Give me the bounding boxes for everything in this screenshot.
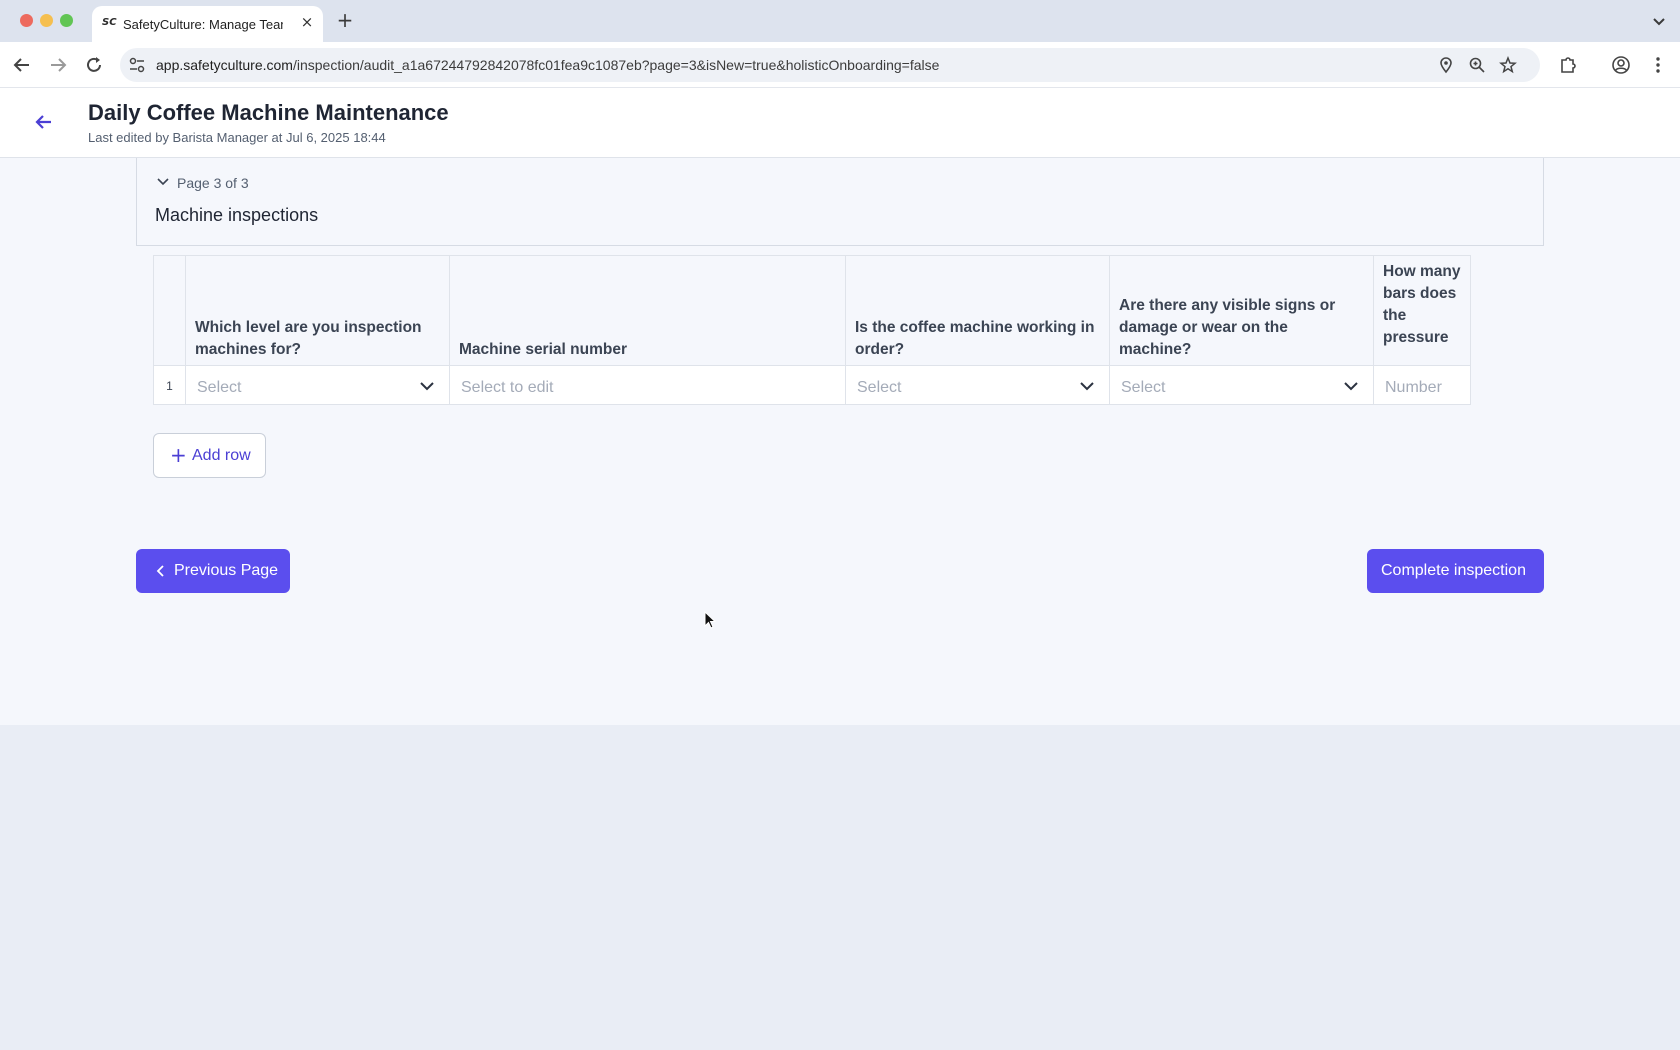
chevron-down-icon — [1344, 382, 1358, 391]
select-placeholder: Select — [1121, 379, 1166, 396]
table-header-cell: How many bars does the pressure — [1374, 256, 1470, 366]
section-title: Machine inspections — [155, 205, 319, 225]
inspection-table: 1 Which level are you inspection machine… — [153, 255, 1471, 405]
address-bar[interactable]: app.safetyculture.com/inspection/audit_a… — [120, 48, 1540, 82]
back-icon[interactable] — [10, 53, 34, 77]
row-number: 1 — [166, 379, 173, 393]
column-header-label: How many bars does the pressure — [1383, 263, 1461, 346]
column-header-label: Are there any visible signs or damage or… — [1119, 297, 1336, 358]
select-placeholder: Select — [197, 379, 242, 396]
table-column-level: Which level are you inspection machines … — [186, 256, 450, 404]
table-column-working-order: Is the coffee machine working in order? … — [846, 256, 1110, 404]
table-header-cell: Are there any visible signs or damage or… — [1110, 256, 1373, 366]
tab-close-icon[interactable]: × — [298, 13, 316, 31]
chevron-left-icon — [156, 565, 164, 577]
working-order-select[interactable]: Select — [846, 366, 1109, 404]
table-header-cell: Is the coffee machine working in order? — [846, 256, 1109, 366]
table-column-damage-wear: Are there any visible signs or damage or… — [1110, 256, 1374, 404]
new-tab-button[interactable]: + — [334, 9, 356, 31]
table-row-number: 1 — [154, 366, 185, 404]
mouse-cursor-icon — [704, 611, 717, 629]
table-header-cell — [154, 256, 185, 366]
previous-page-label: Previous Page — [174, 562, 279, 579]
url-path: /inspection/audit_a1a67244792842078fc01f… — [292, 57, 940, 73]
add-row-label: Add row — [192, 447, 251, 464]
column-header-label: Which level are you inspection machines … — [195, 319, 422, 358]
plus-icon: + — [170, 443, 187, 467]
window-minimize-button[interactable] — [40, 14, 53, 27]
bookmark-star-icon[interactable] — [1499, 56, 1517, 74]
profile-icon[interactable] — [1610, 54, 1632, 76]
window-maximize-button[interactable] — [60, 14, 73, 27]
column-header-label: Is the coffee machine working in order? — [855, 319, 1095, 358]
site-settings-icon[interactable] — [128, 56, 146, 74]
location-icon[interactable] — [1437, 56, 1455, 74]
chevron-down-icon — [1080, 382, 1094, 391]
complete-inspection-button[interactable]: Complete inspection — [1367, 549, 1544, 593]
menu-dots-icon[interactable] — [1647, 54, 1669, 76]
chevron-down-icon[interactable] — [155, 174, 171, 190]
complete-inspection-label: Complete inspection — [1381, 562, 1526, 579]
damage-wear-select[interactable]: Select — [1110, 366, 1373, 404]
zoom-icon[interactable] — [1468, 56, 1486, 74]
column-header-label: Machine serial number — [459, 341, 627, 358]
tab-title: SafetyCulture: Manage Teams — [123, 17, 283, 32]
field-placeholder: Select to edit — [461, 379, 554, 396]
pressure-bars-number-field[interactable]: Number — [1374, 366, 1470, 404]
browser-tab-bar: SC SafetyCulture: Manage Teams × + — [0, 0, 1680, 42]
page-section-card: Page 3 of 3 Machine inspections — [136, 158, 1544, 246]
url-host: app.safetyculture.com — [156, 57, 293, 73]
inspection-header: Daily Coffee Machine Maintenance Last ed… — [0, 88, 1680, 158]
url-text: app.safetyculture.com/inspection/audit_a… — [156, 57, 939, 73]
page-indicator: Page 3 of 3 — [177, 175, 249, 191]
extensions-icon[interactable] — [1557, 54, 1579, 76]
last-edited-text: Last edited by Barista Manager at Jul 6,… — [88, 130, 386, 145]
select-placeholder: Select — [857, 379, 902, 396]
app-content: Daily Coffee Machine Maintenance Last ed… — [0, 88, 1680, 725]
reload-icon[interactable] — [82, 53, 106, 77]
back-arrow-icon[interactable] — [32, 110, 56, 134]
serial-number-field[interactable]: Select to edit — [450, 366, 845, 404]
table-column-pressure-bars: How many bars does the pressure Number — [1374, 256, 1470, 404]
tab-list-icon[interactable] — [1648, 10, 1670, 32]
field-placeholder: Number — [1385, 379, 1442, 396]
browser-tab[interactable]: SC SafetyCulture: Manage Teams × — [92, 6, 323, 42]
forward-icon[interactable] — [46, 53, 70, 77]
previous-page-button[interactable]: Previous Page — [136, 549, 290, 593]
table-header-cell: Machine serial number — [450, 256, 845, 366]
table-header-cell: Which level are you inspection machines … — [186, 256, 449, 366]
level-select[interactable]: Select — [186, 366, 449, 404]
safetyculture-favicon-icon: SC — [102, 17, 117, 28]
table-column-row-number: 1 — [154, 256, 186, 404]
window-close-button[interactable] — [20, 14, 33, 27]
chevron-down-icon — [420, 382, 434, 391]
table-column-serial-number: Machine serial number Select to edit — [450, 256, 846, 404]
add-row-button[interactable]: + Add row — [153, 433, 266, 478]
browser-toolbar: app.safetyculture.com/inspection/audit_a… — [0, 42, 1680, 88]
page-title: Daily Coffee Machine Maintenance — [88, 100, 449, 125]
